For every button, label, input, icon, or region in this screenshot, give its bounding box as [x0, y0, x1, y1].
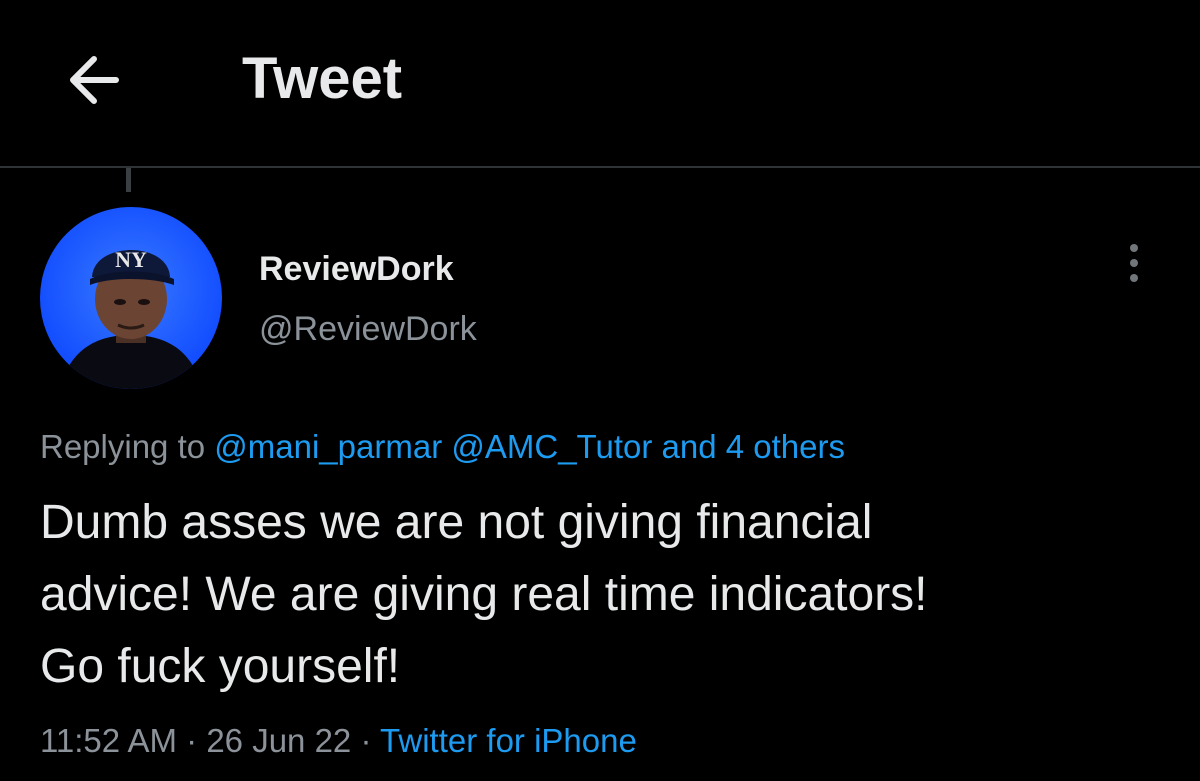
tweet-time[interactable]: 11:52 AM: [40, 722, 177, 759]
avatar-photo: NY: [40, 207, 222, 389]
top-bar: Tweet: [0, 0, 1200, 168]
others-link[interactable]: and 4 others: [662, 428, 845, 465]
author-handle[interactable]: @ReviewDork: [259, 310, 477, 349]
avatar[interactable]: NY: [40, 207, 222, 389]
tweet-text: Dumb asses we are not giving financial a…: [40, 487, 1160, 703]
replying-to: Replying to @mani_parmar @AMC_Tutor and …: [40, 428, 845, 466]
thread-connector: [126, 168, 131, 192]
arrow-left-icon: [70, 56, 119, 104]
tweet-line: Dumb asses we are not giving financial: [40, 496, 873, 549]
tweet-date[interactable]: 26 Jun 22: [206, 722, 351, 759]
tweet-source-link[interactable]: Twitter for iPhone: [380, 722, 637, 759]
tweet-line: Go fuck yourself!: [40, 640, 401, 693]
back-button[interactable]: [62, 48, 126, 112]
page-title: Tweet: [242, 46, 403, 111]
mention-link[interactable]: @mani_parmar: [214, 428, 442, 465]
tweet-line: advice! We are giving real time indicato…: [40, 568, 928, 621]
mention-link[interactable]: @AMC_Tutor: [451, 428, 652, 465]
separator: ·: [186, 722, 198, 759]
author-display-name[interactable]: ReviewDork: [259, 250, 454, 289]
more-vertical-icon: [1130, 244, 1138, 252]
replying-prefix: Replying to: [40, 428, 206, 465]
separator: ·: [360, 722, 372, 759]
cap-logo: NY: [115, 247, 147, 272]
more-options-button[interactable]: [1112, 236, 1156, 290]
tweet-meta: 11:52 AM · 26 Jun 22 · Twitter for iPhon…: [40, 722, 637, 760]
